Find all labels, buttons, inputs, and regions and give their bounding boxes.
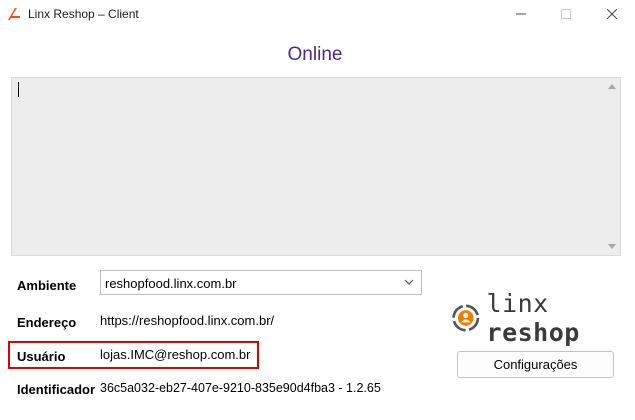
close-button[interactable] bbox=[589, 0, 635, 28]
usuario-value: lojas.IMC@reshop.com.br bbox=[100, 347, 251, 362]
identificador-label: Identificador bbox=[17, 382, 96, 397]
log-scrollbar[interactable] bbox=[603, 78, 620, 255]
logo-wordmark: linx reshop bbox=[487, 289, 635, 347]
chevron-down-icon bbox=[404, 279, 414, 285]
text-caret bbox=[18, 82, 19, 97]
maximize-button[interactable] bbox=[543, 0, 589, 28]
close-icon bbox=[607, 9, 617, 19]
scroll-down-icon[interactable] bbox=[608, 244, 616, 249]
minimize-icon bbox=[516, 13, 526, 15]
connection-status: Online bbox=[287, 44, 343, 65]
ambiente-select[interactable]: reshopfood.linx.com.br bbox=[100, 270, 422, 295]
ambiente-label: Ambiente bbox=[17, 278, 77, 293]
maximize-icon bbox=[561, 9, 571, 19]
usuario-label: Usuário bbox=[17, 349, 66, 364]
endereco-value: https://reshopfood.linx.com.br/ bbox=[100, 313, 275, 328]
configuracoes-button[interactable]: Configurações bbox=[457, 351, 614, 378]
scroll-up-icon[interactable] bbox=[608, 84, 616, 89]
identificador-value: 36c5a032-eb27-407e-9210-835e90d4fba3 - 1… bbox=[100, 381, 381, 395]
logo-word-linx: linx bbox=[486, 289, 549, 318]
logo-word-reshop: reshop bbox=[486, 318, 580, 347]
ambiente-select-value: reshopfood.linx.com.br bbox=[105, 276, 237, 291]
minimize-button[interactable] bbox=[498, 0, 544, 28]
linx-app-icon bbox=[8, 8, 20, 20]
linx-reshop-logo: linx reshop bbox=[451, 289, 635, 347]
reshop-logo-icon bbox=[452, 304, 480, 332]
log-textarea[interactable] bbox=[11, 77, 621, 256]
window-title: Linx Reshop – Client bbox=[28, 7, 139, 21]
endereco-label: Endereço bbox=[17, 315, 77, 330]
title-bar: Linx Reshop – Client bbox=[0, 0, 635, 28]
